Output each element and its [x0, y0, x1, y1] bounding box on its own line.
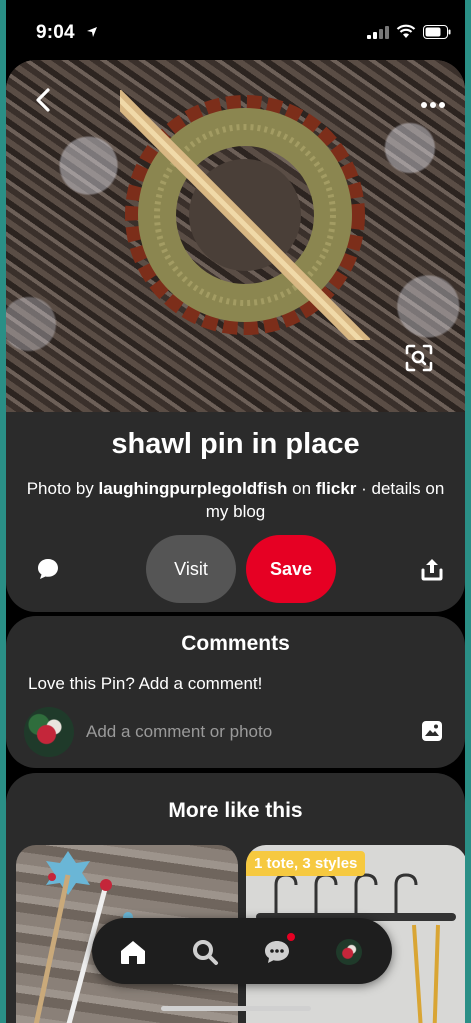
comments-section: Comments Love this Pin? Add a comment!: [6, 616, 465, 768]
pin-card: shawl pin in place Photo by laughingpurp…: [6, 60, 465, 612]
chevron-left-icon: [36, 88, 50, 112]
comments-prompt: Love this Pin? Add a comment!: [28, 674, 263, 693]
attribution-source-link[interactable]: flickr: [316, 479, 357, 498]
pin-attribution: Photo by laughingpurplegoldfish on flick…: [26, 477, 445, 523]
notification-dot: [287, 933, 295, 941]
ellipsis-icon: [421, 102, 445, 108]
location-arrow-icon: [86, 25, 98, 43]
related-pin-tag: 1 tote, 3 styles: [246, 851, 366, 876]
attribution-middle: on: [287, 479, 316, 498]
share-icon: [421, 559, 443, 581]
shawl-pin-illustration: [120, 90, 370, 340]
screen: 9:04 shawl pin in place Photo by laughin…: [6, 0, 465, 1023]
comment-input[interactable]: [84, 721, 388, 743]
speech-bubble-icon: [38, 559, 58, 579]
add-photo-button[interactable]: [421, 720, 443, 747]
image-icon: [422, 721, 442, 741]
chat-icon: [265, 941, 289, 963]
more-like-this-section: More like this 1 tote, 3 styles: [6, 773, 465, 1023]
attribution-prefix: Photo by: [26, 479, 99, 498]
profile-avatar: [336, 939, 362, 965]
bottom-nav: [92, 918, 392, 984]
comment-button[interactable]: [36, 557, 60, 586]
save-button[interactable]: Save: [246, 535, 336, 603]
more-options-button[interactable]: [421, 96, 445, 114]
pin-actions: Visit Save: [6, 535, 465, 605]
attribution-author-link[interactable]: laughingpurplegoldfish: [99, 479, 288, 498]
nav-home[interactable]: [116, 935, 150, 969]
back-button[interactable]: [32, 86, 54, 119]
battery-icon: [423, 24, 451, 44]
pin-title: shawl pin in place: [111, 428, 360, 460]
search-icon: [193, 940, 218, 965]
share-button[interactable]: [421, 557, 443, 586]
home-indicator: [161, 1006, 311, 1011]
visit-button[interactable]: Visit: [146, 535, 236, 603]
pin-image[interactable]: [6, 60, 465, 412]
status-bar: 9:04: [6, 0, 465, 60]
status-time: 9:04: [36, 22, 75, 43]
nav-search[interactable]: [188, 935, 222, 969]
visual-search-button[interactable]: [399, 338, 439, 378]
wifi-icon: [396, 24, 416, 44]
nav-messages[interactable]: [260, 933, 295, 969]
avatar: [24, 707, 74, 757]
more-like-this-title: More like this: [168, 799, 303, 822]
system-indicators: [367, 24, 451, 44]
cellular-signal-icon: [367, 25, 389, 44]
nav-profile[interactable]: [332, 935, 366, 969]
visual-search-icon: [405, 344, 433, 372]
home-icon: [121, 941, 145, 964]
comments-title: Comments: [181, 632, 290, 655]
